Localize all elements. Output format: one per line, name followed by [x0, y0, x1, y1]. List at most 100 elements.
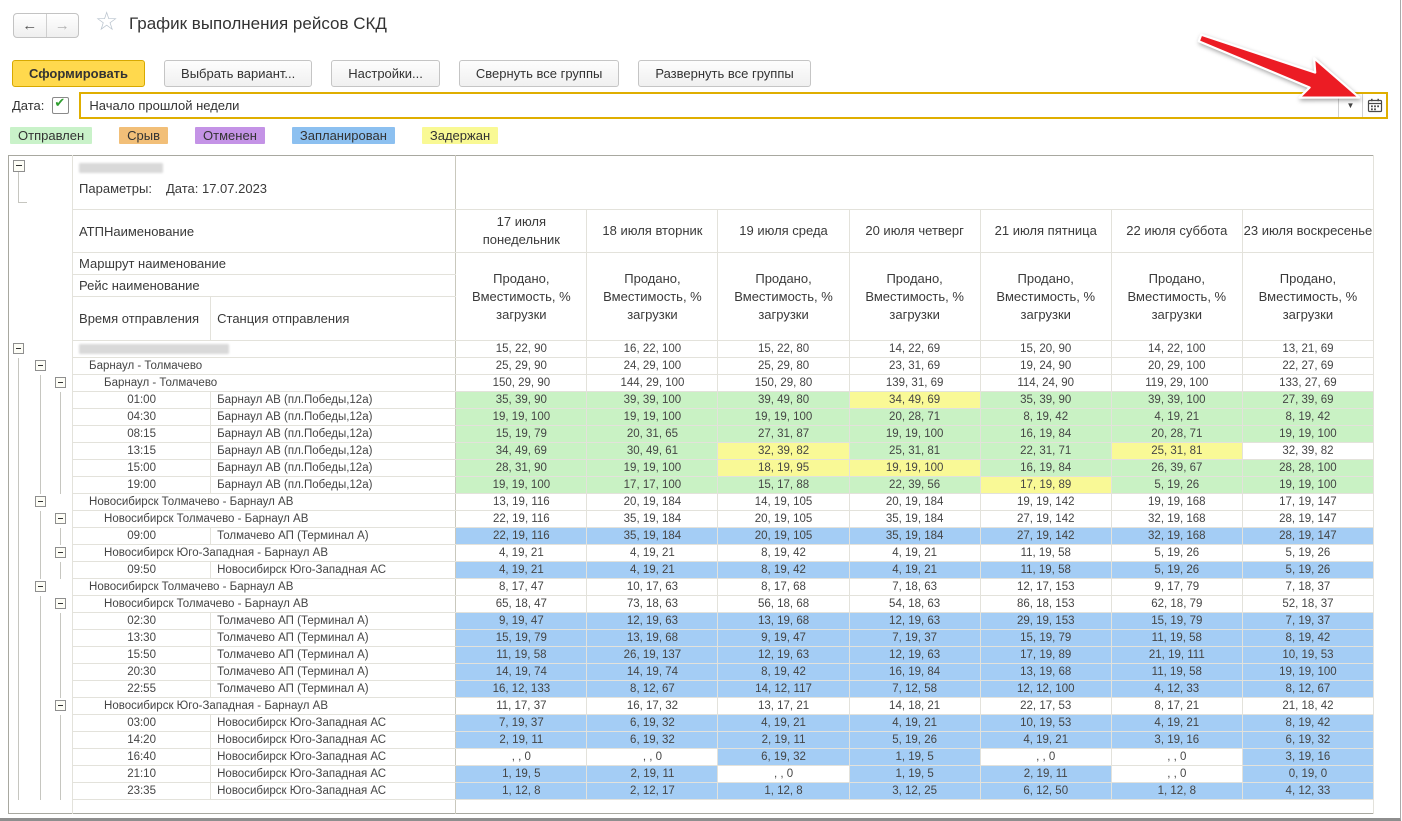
value-cell[interactable]: 8, 17, 47 [456, 579, 587, 596]
departure-time-cell[interactable]: 13:30 [73, 630, 211, 647]
value-cell[interactable]: 27, 39, 69 [1242, 392, 1373, 409]
value-cell[interactable]: 18, 19, 95 [718, 460, 849, 477]
value-cell[interactable]: 4, 19, 21 [587, 545, 718, 562]
value-cell[interactable]: 22, 39, 56 [849, 477, 980, 494]
forward-button[interactable]: → [46, 14, 79, 37]
value-cell[interactable]: 26, 19, 137 [587, 647, 718, 664]
departure-time-cell[interactable]: 02:30 [73, 613, 211, 630]
value-cell[interactable]: 14, 19, 105 [718, 494, 849, 511]
value-cell[interactable]: 2, 19, 11 [456, 732, 587, 749]
group-expander-icon[interactable] [13, 343, 24, 354]
value-cell[interactable]: 5, 19, 26 [1111, 562, 1242, 579]
group-expander-icon[interactable] [55, 598, 66, 609]
departure-station-cell[interactable]: Новосибирск Юго-Западная АС [211, 783, 456, 800]
value-cell[interactable]: 15, 20, 90 [980, 341, 1111, 358]
value-cell[interactable]: 12, 12, 100 [980, 681, 1111, 698]
value-cell[interactable]: 16, 22, 100 [587, 341, 718, 358]
value-cell[interactable]: 12, 19, 63 [849, 613, 980, 630]
value-cell[interactable]: 4, 19, 21 [1111, 715, 1242, 732]
value-cell[interactable]: 17, 19, 89 [980, 477, 1111, 494]
value-cell[interactable]: 35, 39, 90 [980, 392, 1111, 409]
value-cell[interactable]: 4, 19, 21 [980, 732, 1111, 749]
value-cell[interactable]: 1, 12, 8 [1111, 783, 1242, 800]
value-cell[interactable]: 20, 31, 65 [587, 426, 718, 443]
value-cell[interactable]: 35, 19, 184 [587, 528, 718, 545]
group-label[interactable]: Новосибирск Юго-Западная - Барнаул АВ [73, 698, 456, 715]
value-cell[interactable]: 0, 19, 0 [1242, 766, 1373, 783]
group-expander-icon[interactable] [55, 700, 66, 711]
value-cell[interactable]: 6, 12, 50 [980, 783, 1111, 800]
departure-station-cell[interactable]: Толмачево АП (Терминал А) [211, 681, 456, 698]
value-cell[interactable]: 4, 12, 33 [1242, 783, 1373, 800]
value-cell[interactable]: 12, 19, 63 [718, 647, 849, 664]
value-cell[interactable]: 1, 19, 5 [456, 766, 587, 783]
departure-station-cell[interactable]: Барнаул АВ (пл.Победы,12а) [211, 443, 456, 460]
value-cell[interactable]: 13, 19, 68 [980, 664, 1111, 681]
value-cell[interactable]: 5, 19, 26 [849, 732, 980, 749]
departure-time-cell[interactable]: 23:35 [73, 783, 211, 800]
departure-time-cell[interactable]: 15:00 [73, 460, 211, 477]
group-label[interactable]: Барнаул - Толмачево [73, 375, 456, 392]
value-cell[interactable]: 11, 19, 58 [1111, 630, 1242, 647]
value-cell[interactable]: 19, 19, 100 [718, 409, 849, 426]
value-cell[interactable]: 12, 19, 63 [849, 647, 980, 664]
value-cell[interactable]: 2, 19, 11 [718, 732, 849, 749]
value-cell[interactable]: 27, 31, 87 [718, 426, 849, 443]
departure-station-cell[interactable]: Толмачево АП (Терминал А) [211, 528, 456, 545]
departure-time-cell[interactable]: 09:50 [73, 562, 211, 579]
value-cell[interactable]: 8, 17, 68 [718, 579, 849, 596]
value-cell[interactable]: 15, 22, 90 [456, 341, 587, 358]
value-cell[interactable]: 11, 17, 37 [456, 698, 587, 715]
value-cell[interactable]: 32, 19, 168 [1111, 511, 1242, 528]
value-cell[interactable]: 11, 19, 58 [1111, 664, 1242, 681]
value-cell[interactable]: 10, 19, 53 [980, 715, 1111, 732]
value-cell[interactable]: 4, 12, 33 [1111, 681, 1242, 698]
value-cell[interactable]: 35, 19, 184 [587, 511, 718, 528]
departure-station-cell[interactable]: Новосибирск Юго-Западная АС [211, 766, 456, 783]
value-cell[interactable]: 20, 19, 105 [718, 528, 849, 545]
value-cell[interactable]: 7, 19, 37 [1242, 613, 1373, 630]
value-cell[interactable]: 15, 22, 80 [718, 341, 849, 358]
value-cell[interactable]: 62, 18, 79 [1111, 596, 1242, 613]
value-cell[interactable]: 4, 19, 21 [1111, 409, 1242, 426]
date-dropdown-button[interactable]: ▼ [1338, 94, 1362, 117]
generate-button[interactable]: Сформировать [12, 60, 145, 87]
value-cell[interactable]: 28, 19, 147 [1242, 511, 1373, 528]
group-label[interactable]: Новосибирск Толмачево - Барнаул АВ [73, 579, 456, 596]
value-cell[interactable]: 19, 19, 100 [1242, 426, 1373, 443]
value-cell[interactable]: 13, 19, 116 [456, 494, 587, 511]
value-cell[interactable]: 14, 18, 21 [849, 698, 980, 715]
departure-station-cell[interactable]: Барнаул АВ (пл.Победы,12а) [211, 426, 456, 443]
group-expander-icon[interactable] [13, 160, 25, 172]
value-cell[interactable]: 11, 19, 58 [456, 647, 587, 664]
value-cell[interactable]: 8, 19, 42 [718, 562, 849, 579]
group-expander-icon[interactable] [55, 513, 66, 524]
date-filter-input[interactable] [81, 94, 1338, 117]
value-cell[interactable]: 2, 19, 11 [587, 766, 718, 783]
value-cell[interactable]: , , 0 [1111, 766, 1242, 783]
value-cell[interactable]: , , 0 [718, 766, 849, 783]
value-cell[interactable]: 65, 18, 47 [456, 596, 587, 613]
value-cell[interactable]: 39, 39, 100 [587, 392, 718, 409]
value-cell[interactable]: 14, 19, 74 [587, 664, 718, 681]
value-cell[interactable]: 2, 19, 11 [980, 766, 1111, 783]
departure-time-cell[interactable]: 08:15 [73, 426, 211, 443]
value-cell[interactable]: 16, 19, 84 [980, 460, 1111, 477]
value-cell[interactable]: , , 0 [1111, 749, 1242, 766]
value-cell[interactable]: 32, 39, 82 [1242, 443, 1373, 460]
departure-time-cell[interactable]: 03:00 [73, 715, 211, 732]
value-cell[interactable]: 114, 24, 90 [980, 375, 1111, 392]
value-cell[interactable]: 27, 19, 142 [980, 511, 1111, 528]
value-cell[interactable]: 28, 28, 100 [1242, 460, 1373, 477]
value-cell[interactable]: 6, 19, 32 [718, 749, 849, 766]
departure-station-cell[interactable]: Барнаул АВ (пл.Победы,12а) [211, 460, 456, 477]
group-label[interactable]: Новосибирск Толмачево - Барнаул АВ [73, 511, 456, 528]
value-cell[interactable]: 4, 19, 21 [849, 562, 980, 579]
value-cell[interactable]: 35, 19, 184 [849, 511, 980, 528]
value-cell[interactable]: 52, 18, 37 [1242, 596, 1373, 613]
group-label[interactable]: Новосибирск Толмачево - Барнаул АВ [73, 596, 456, 613]
value-cell[interactable]: 21, 19, 111 [1111, 647, 1242, 664]
value-cell[interactable]: 73, 18, 63 [587, 596, 718, 613]
value-cell[interactable]: 7, 18, 37 [1242, 579, 1373, 596]
value-cell[interactable]: 11, 19, 58 [980, 562, 1111, 579]
